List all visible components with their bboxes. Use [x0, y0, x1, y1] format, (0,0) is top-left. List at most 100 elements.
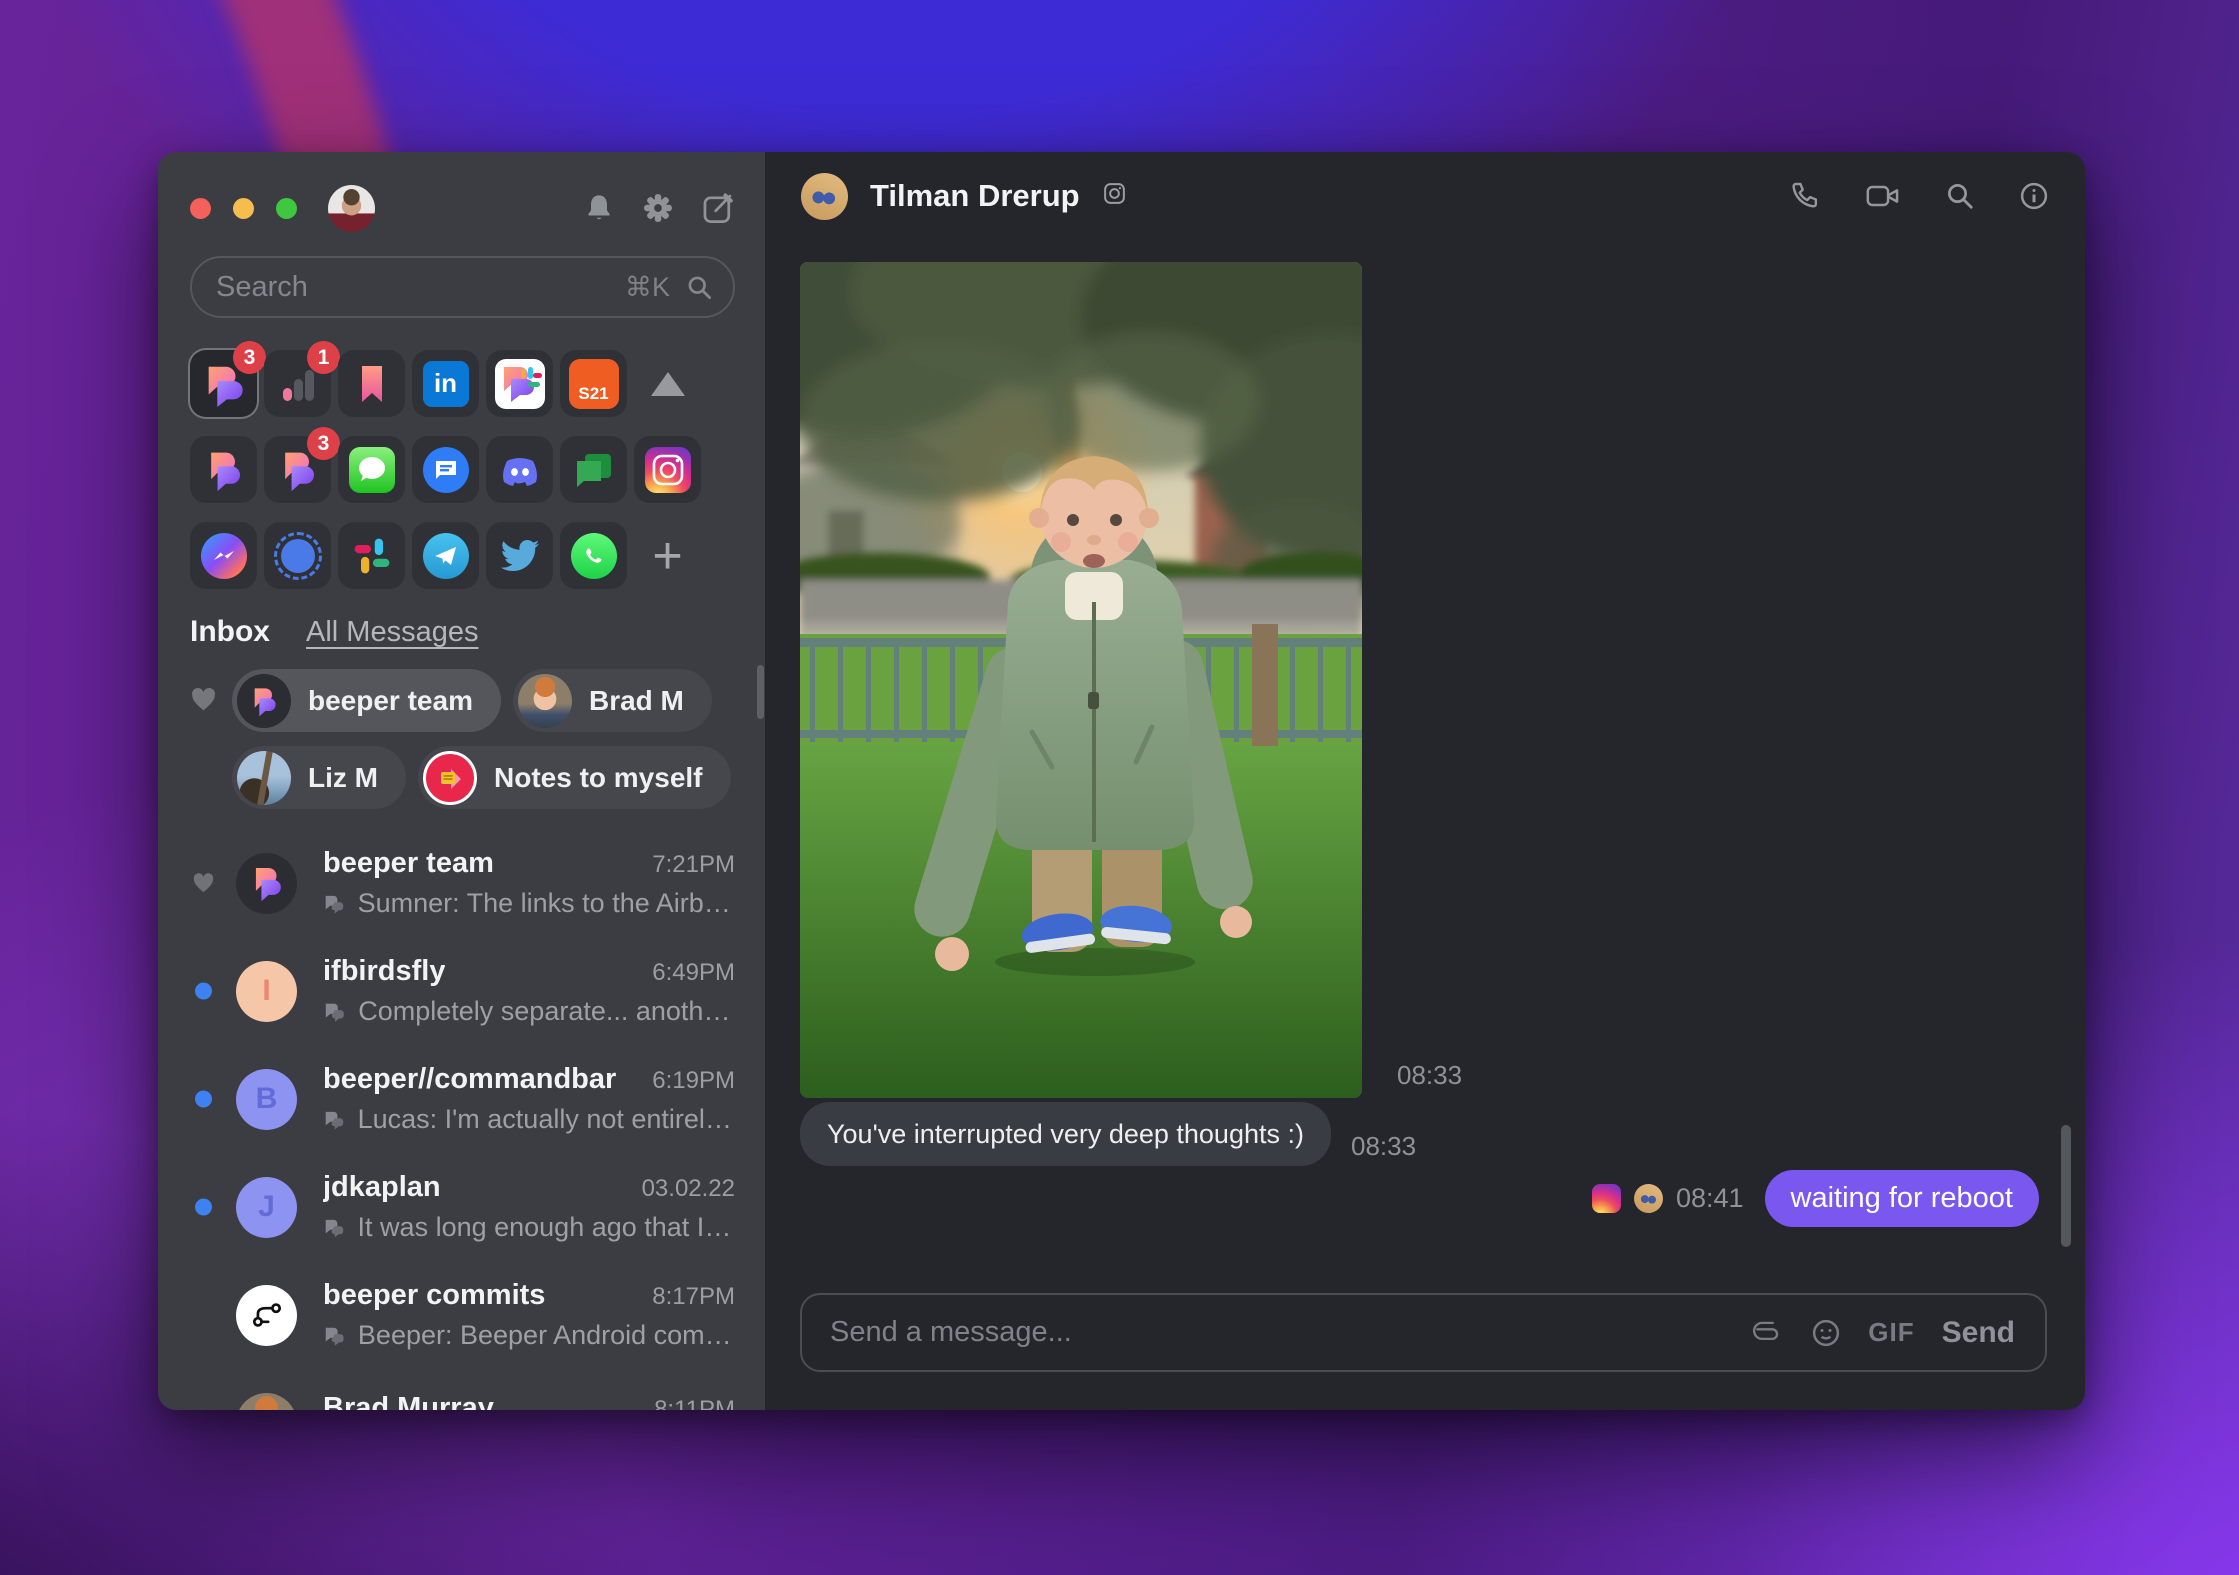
chat-time: 6:49PM	[652, 959, 735, 986]
network-s21[interactable]: S21	[560, 350, 627, 417]
network-google-chat[interactable]	[560, 436, 627, 503]
chat-title: Tilman Drerup	[870, 178, 1080, 213]
favorite-label: Liz M	[308, 761, 378, 793]
close-button[interactable]	[190, 197, 211, 219]
network-beeper-slack[interactable]	[486, 350, 553, 417]
notifications-bell-icon[interactable]	[583, 192, 615, 224]
video-call-icon[interactable]	[1865, 181, 1901, 211]
settings-gear-icon[interactable]	[642, 192, 674, 224]
network-instagram[interactable]	[634, 436, 701, 503]
outgoing-bubble[interactable]: waiting for reboot	[1764, 1170, 2039, 1227]
collapse-grid-button[interactable]	[634, 350, 701, 417]
photo-timestamp: 08:33	[1397, 1060, 1463, 1090]
chat-row-ifbirdsfly[interactable]: I ifbirdsfly 6:49PM Completely separate.…	[190, 937, 735, 1045]
beeper-avatar	[237, 673, 291, 728]
outgoing-message: 08:41 waiting for reboot	[1591, 1170, 2039, 1227]
network-slack[interactable]	[338, 522, 405, 589]
photo-message[interactable]	[800, 262, 1362, 1098]
unread-dot	[190, 1198, 216, 1216]
heart-icon	[190, 687, 217, 717]
favorite-beeper-team[interactable]: beeper team	[232, 669, 501, 732]
chat-preview: Completely separate... another r...	[358, 996, 735, 1026]
heart-icon	[190, 873, 216, 894]
toddler-photo	[800, 262, 1362, 1098]
chat-avatar[interactable]	[801, 172, 848, 220]
beeper-window: ⌘K 3 1	[158, 152, 2085, 1410]
message-input[interactable]	[830, 1316, 1726, 1349]
avatar: I	[236, 960, 297, 1022]
chat-row-beeper-commits[interactable]: beeper commits 8:17PM Beeper: Beeper And…	[190, 1261, 735, 1369]
network-beeper-alt[interactable]	[190, 436, 257, 503]
chat-row-jdkaplan[interactable]: J jdkaplan 03.02.22 It was long enough a…	[190, 1153, 735, 1261]
network-messenger[interactable]	[190, 522, 257, 589]
messenger-icon	[200, 532, 247, 579]
network-discord[interactable]	[486, 436, 553, 503]
sidebar-topbar	[190, 180, 735, 236]
linkedin-icon: in	[422, 360, 469, 407]
account-avatar[interactable]	[328, 184, 375, 232]
network-beeper-work[interactable]: 3	[264, 427, 340, 503]
favorite-notes-to-myself[interactable]: Notes to myself	[418, 746, 731, 809]
favorite-brad-m[interactable]: Brad M	[512, 669, 712, 732]
chat-row-beeper-team[interactable]: beeper team 7:21PM Sumner: The links to …	[190, 829, 735, 937]
traffic-lights	[190, 197, 297, 219]
network-telegram[interactable]	[412, 522, 479, 589]
network-bookmarks[interactable]	[338, 350, 405, 417]
network-analytics[interactable]: 1	[264, 341, 340, 417]
zoom-button[interactable]	[276, 197, 297, 219]
call-icon[interactable]	[1789, 180, 1821, 212]
compose-icon[interactable]	[701, 191, 735, 225]
send-button[interactable]: Send	[1942, 1316, 2015, 1350]
avatar	[517, 673, 572, 728]
unread-badge: 3	[233, 341, 266, 374]
search-input[interactable]	[216, 270, 625, 304]
favorite-label: Notes to myself	[494, 761, 703, 793]
network-imessage[interactable]	[338, 436, 405, 503]
network-bubble-icon	[325, 1003, 344, 1022]
emoji-icon[interactable]	[1811, 1318, 1841, 1348]
chat-preview: Sumner: The links to the Airbnbs ...	[357, 888, 735, 918]
chat-name: beeper commits	[323, 1279, 546, 1311]
tab-all-messages[interactable]: All Messages	[306, 616, 478, 649]
search-chat-icon[interactable]	[1945, 181, 1975, 211]
favorite-liz-m[interactable]: Liz M	[232, 746, 406, 809]
chat-preview: It was long enough ago that I cou...	[357, 1212, 735, 1242]
message-composer[interactable]: GIF Send	[800, 1293, 2047, 1372]
network-grid: 3 1 in S21 3 +	[190, 341, 735, 589]
chat-scrollbar[interactable]	[2061, 1125, 2071, 1247]
beeper-slack-icon	[494, 358, 545, 409]
sidebar-scrollbar[interactable]	[757, 665, 764, 719]
avatar-initial: I	[262, 974, 271, 1007]
gif-button[interactable]: GIF	[1868, 1317, 1914, 1348]
git-branch-icon	[236, 1284, 297, 1346]
avatar	[237, 750, 291, 805]
network-bubble-icon	[325, 1111, 344, 1129]
search-bar[interactable]: ⌘K	[190, 256, 735, 318]
info-icon[interactable]	[2019, 181, 2049, 211]
network-linkedin[interactable]: in	[412, 350, 479, 417]
network-bubble-icon	[325, 1327, 344, 1346]
network-android-messages[interactable]	[412, 436, 479, 503]
chat-name: Brad Murray	[323, 1391, 494, 1411]
add-network-button[interactable]: +	[634, 522, 701, 589]
minimize-button[interactable]	[233, 197, 254, 219]
chat-name: beeper//commandbar	[323, 1063, 617, 1095]
network-beeper[interactable]: 3	[190, 341, 266, 417]
tab-inbox[interactable]: Inbox	[190, 615, 270, 649]
chat-time: 6:19PM	[652, 1067, 735, 1094]
unread-dot	[190, 982, 216, 1000]
whatsapp-icon	[570, 532, 617, 579]
network-twitter[interactable]	[486, 522, 553, 589]
instagram-outline-icon	[1102, 181, 1127, 211]
notes-icon	[423, 750, 477, 805]
incoming-timestamp: 08:33	[1350, 1131, 1417, 1161]
favorites: beeper team Brad M Liz M Notes to myself	[190, 669, 735, 809]
attachment-paperclip-icon[interactable]	[1752, 1321, 1784, 1345]
chat-row-brad-murray[interactable]: Brad Murray 8:11PM	[190, 1369, 735, 1410]
chat-pane: Tilman Drerup 08:33 You've interrupted v…	[765, 152, 2085, 1410]
network-whatsapp[interactable]	[560, 522, 627, 589]
sidebar: ⌘K 3 1	[158, 152, 765, 1410]
incoming-bubble[interactable]: You've interrupted very deep thoughts :)	[800, 1102, 1331, 1166]
chat-row-beeper-commandbar[interactable]: B beeper//commandbar 6:19PM Lucas: I'm a…	[190, 1045, 735, 1153]
network-signal[interactable]	[264, 522, 331, 589]
